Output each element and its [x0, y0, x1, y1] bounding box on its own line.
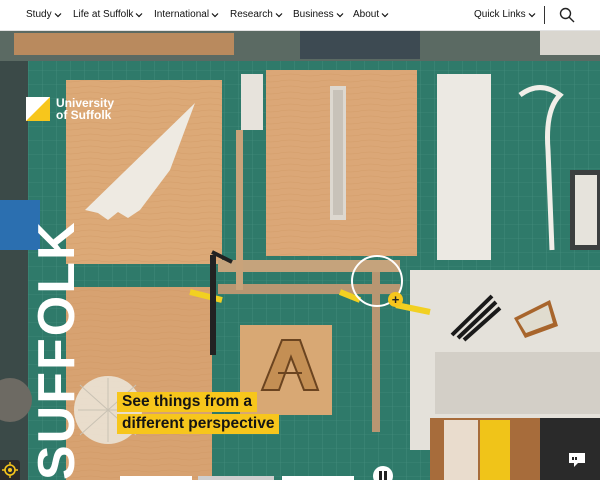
chevron-down-icon	[135, 11, 143, 19]
chevron-down-icon	[211, 11, 219, 19]
nav-item-study[interactable]: Study	[26, 9, 62, 20]
slide-indicator-3[interactable]	[282, 476, 354, 480]
nav-item-label: About	[353, 9, 380, 20]
pause-icon[interactable]	[373, 466, 393, 480]
nav-item-label: Research	[230, 9, 273, 20]
nav-divider	[544, 6, 545, 24]
chat-icon[interactable]	[568, 452, 586, 468]
nav-item-label: Life at Suffolk	[73, 9, 134, 20]
logo-line-2: of Suffolk	[56, 108, 112, 122]
hero-headline: See things from a different perspective	[117, 392, 280, 436]
headline-line-2: different perspective	[117, 414, 280, 434]
vertical-brand-wordmark: SUFFOLK	[28, 220, 86, 480]
hotspot-plus-icon[interactable]: +	[388, 292, 403, 307]
chevron-down-icon	[54, 11, 62, 19]
nav-item-label: Business	[293, 9, 334, 20]
university-logo[interactable]: University of Suffolk	[26, 97, 114, 121]
nav-item-label: Study	[26, 9, 52, 20]
nav-item-label: International	[154, 9, 210, 20]
slide-indicator-1[interactable]	[120, 476, 192, 480]
accessibility-icon[interactable]	[0, 460, 20, 480]
quick-links-label: Quick Links	[474, 9, 526, 20]
search-icon[interactable]	[559, 7, 575, 23]
top-navigation: Study Life at Suffolk International Rese…	[0, 0, 600, 31]
quick-links-button[interactable]: Quick Links	[474, 9, 536, 20]
chevron-down-icon	[275, 11, 283, 19]
headline-line-1: See things from a	[117, 392, 258, 412]
nav-item-about[interactable]: About	[353, 9, 389, 20]
chevron-down-icon	[381, 11, 389, 19]
slide-indicator-2[interactable]	[198, 476, 274, 480]
chevron-down-icon	[528, 11, 536, 19]
logo-text: University of Suffolk	[56, 97, 114, 121]
logo-mark-icon	[26, 97, 50, 121]
chevron-down-icon	[336, 11, 344, 19]
nav-item-international[interactable]: International	[154, 9, 219, 20]
nav-item-life-at-suffolk[interactable]: Life at Suffolk	[73, 9, 143, 20]
nav-item-research[interactable]: Research	[230, 9, 283, 20]
hero-banner: University of Suffolk SUFFOLK See things…	[0, 31, 600, 480]
nav-item-business[interactable]: Business	[293, 9, 344, 20]
